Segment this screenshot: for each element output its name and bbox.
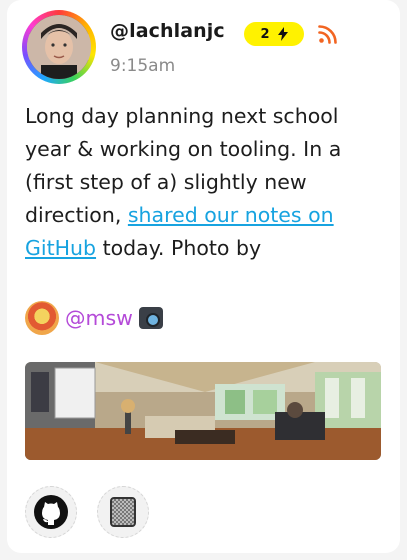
badge-count: 2 <box>260 26 270 42</box>
post-body: Long day planning next school year & wor… <box>25 100 385 265</box>
author-photo <box>27 15 91 79</box>
camera-icon <box>138 307 163 329</box>
post-photo[interactable] <box>25 362 381 460</box>
embed-button[interactable] <box>97 486 149 538</box>
github-button[interactable] <box>25 486 77 538</box>
streak-badge: 2 <box>244 22 304 46</box>
rss-icon[interactable] <box>318 24 338 44</box>
post-text-end: today. Photo by <box>96 236 262 260</box>
lightning-icon <box>277 27 288 41</box>
photo-credit: @msw <box>25 301 163 335</box>
github-icon <box>34 495 68 529</box>
msw-avatar[interactable] <box>25 301 59 335</box>
author-avatar[interactable] <box>22 10 96 84</box>
mention-msw[interactable]: @msw <box>65 306 133 330</box>
room-panorama-image <box>25 362 381 460</box>
portrait-icon <box>27 15 91 79</box>
checker-square-icon <box>110 497 136 527</box>
author-handle[interactable]: @lachlanjc <box>110 20 225 42</box>
post-timestamp[interactable]: 9:15am <box>110 56 175 76</box>
